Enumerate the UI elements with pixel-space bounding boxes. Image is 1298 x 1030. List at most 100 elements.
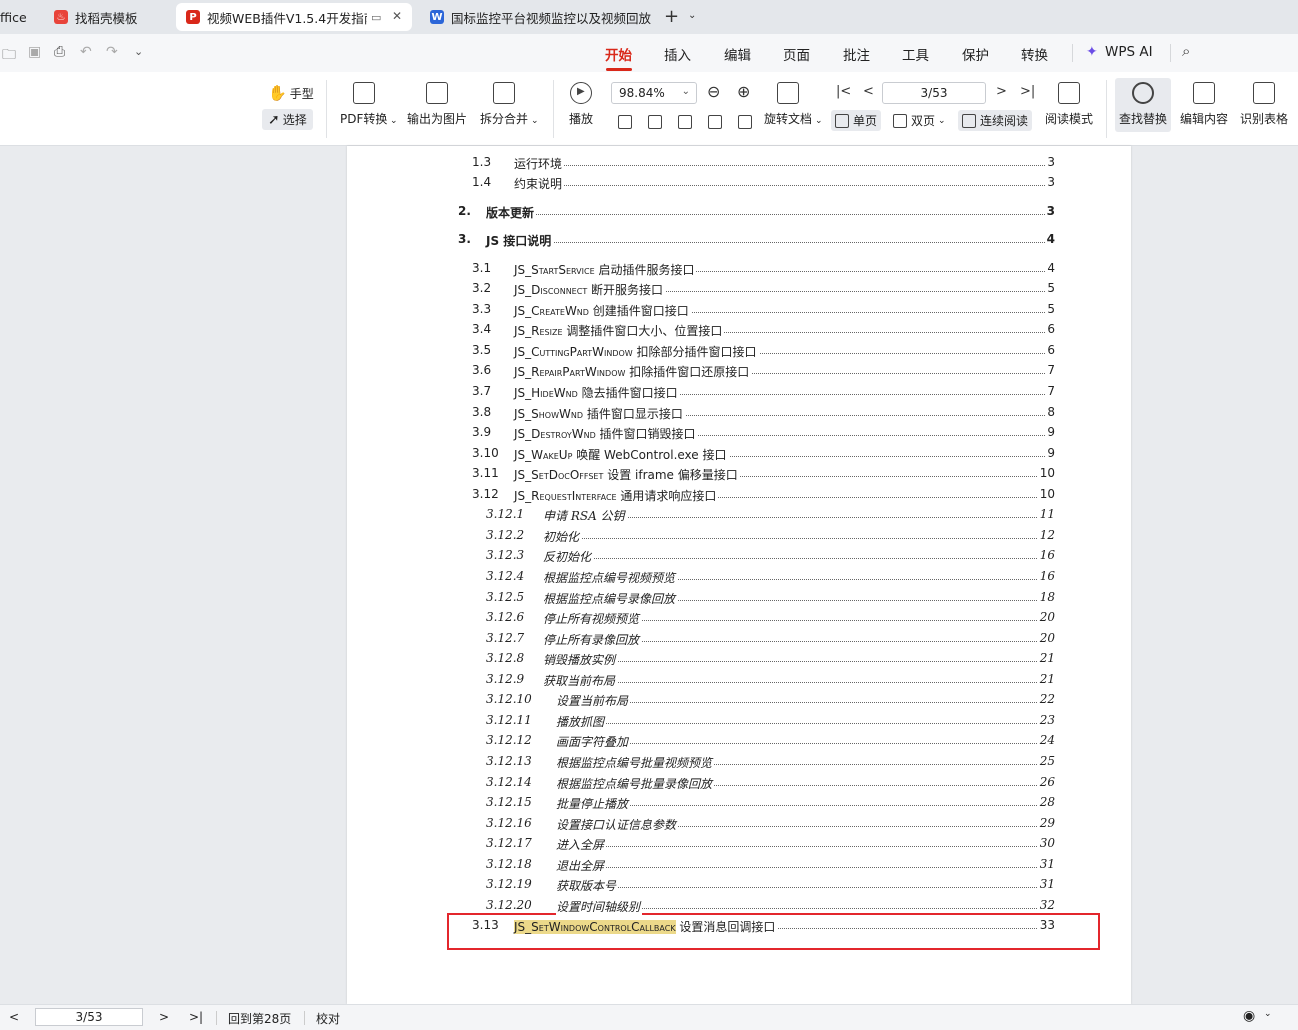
toc-entry[interactable]: 3.12.18 退出全屏 31 xyxy=(347,857,1131,875)
single-page-button[interactable]: 单页 xyxy=(831,110,882,131)
toc-entry[interactable]: 3.3 JS_CreateWnd 创建插件窗口接口 5 xyxy=(347,302,1131,320)
toc-entry[interactable]: 3.8 JS_ShowWnd 插件窗口显示接口 8 xyxy=(347,405,1131,423)
close-tab-icon[interactable]: ✕ xyxy=(392,9,402,23)
view-chevron-icon[interactable]: ⌄ xyxy=(1264,1009,1272,1019)
continuous-read-button[interactable]: 连续阅读 xyxy=(958,110,1033,131)
toc-entry[interactable]: 3.12.5 根据监控点编号录像回放 18 xyxy=(347,590,1131,608)
toc-entry[interactable]: 2. 版本更新 3 xyxy=(347,204,1131,222)
fit-page-icon[interactable] xyxy=(648,115,662,129)
fit-width-icon[interactable] xyxy=(678,115,692,129)
select-tool-button[interactable]: ➚ 选择 xyxy=(262,109,313,130)
toc-entry[interactable]: 3.12.17 进入全屏 30 xyxy=(347,836,1131,854)
monitor-icon: ▭ xyxy=(371,10,382,24)
toc-entry[interactable]: 3.12.4 根据监控点编号视频预览 16 xyxy=(347,569,1131,587)
document-page[interactable]: 1.3 运行环境 3 1.4 约束说明 3 2. 版本更新 3 3. JS 接口说明 4 3.1 JS_S… xyxy=(347,146,1131,1004)
pdf-convert-button[interactable]: PDF转换 xyxy=(340,82,387,127)
status-last-icon[interactable]: >| xyxy=(189,1010,203,1024)
tab-office[interactable]: ffice xyxy=(0,3,36,31)
eye-icon[interactable]: ◉ xyxy=(1243,1008,1255,1024)
toc-entry[interactable]: 1.4 约束说明 3 xyxy=(347,175,1131,193)
double-page-button[interactable]: 双页 ⌄ xyxy=(893,112,946,129)
rotate-chevron-icon[interactable]: ⌄ xyxy=(815,116,823,126)
toc-entry[interactable]: 3.5 JS_CuttingPartWindow 扣除部分插件窗口接口 6 xyxy=(347,343,1131,361)
recognize-table-button[interactable]: 识别表格 xyxy=(1240,82,1288,127)
toc-entry[interactable]: 3.7 JS_HideWnd 隐去插件窗口接口 7 xyxy=(347,384,1131,402)
back-to-page-link[interactable]: 回到第28页 xyxy=(228,1010,291,1027)
toc-entry[interactable]: 3.6 JS_RepairPartWindow 扣除插件窗口还原接口 7 xyxy=(347,363,1131,381)
toc-entry-title: 销毁播放实例 xyxy=(543,651,618,668)
menu-protect[interactable]: 保护 xyxy=(962,44,989,64)
actual-size-icon[interactable] xyxy=(618,115,632,129)
toc-entry[interactable]: 3.9 JS_DestroyWnd 插件窗口销毁接口 9 xyxy=(347,425,1131,443)
tab-list-chevron-icon[interactable]: ⌄ xyxy=(688,10,696,21)
redo-icon[interactable]: ↷ xyxy=(106,44,118,60)
menu-tools[interactable]: 工具 xyxy=(902,44,929,64)
menu-annotate[interactable]: 批注 xyxy=(843,44,870,64)
toc-entry[interactable]: 3.12.10 设置当前布局 22 xyxy=(347,692,1131,710)
status-page-input[interactable]: 3/53 xyxy=(35,1008,143,1026)
zoom-select[interactable]: 98.84% ⌄ xyxy=(611,82,697,104)
toc-entry[interactable]: 3.10 JS_WakeUp 唤醒 WebControl.exe 接口 9 xyxy=(347,446,1131,464)
new-tab-icon[interactable]: + xyxy=(664,6,679,27)
toc-entry[interactable]: 3.12.15 批量停止播放 28 xyxy=(347,795,1131,813)
undo-icon[interactable]: ↶ xyxy=(80,44,92,60)
page-number-input[interactable]: 3/53 xyxy=(882,82,986,104)
play-button[interactable]: ▶ 播放 xyxy=(569,82,593,127)
menu-edit[interactable]: 编辑 xyxy=(724,44,751,64)
toc-entry[interactable]: 3. JS 接口说明 4 xyxy=(347,232,1131,250)
toc-entry[interactable]: 3.12.9 获取当前布局 21 xyxy=(347,672,1131,690)
toc-entry[interactable]: 3.12 JS_RequestInterface 通用请求响应接口 10 xyxy=(347,487,1131,505)
find-replace-button[interactable]: 查找替换 xyxy=(1115,78,1172,132)
toc-entry[interactable]: 3.11 JS_SetDocOffset 设置 iframe 偏移量接口 10 xyxy=(347,466,1131,484)
toc-entry[interactable]: 3.12.12 画面字符叠加 24 xyxy=(347,733,1131,751)
toc-entry[interactable]: 3.2 JS_Disconnect 断开服务接口 5 xyxy=(347,281,1131,299)
export-image-button[interactable]: 输出为图片 xyxy=(407,82,467,127)
tab-active-document[interactable]: P 视频WEB插件V1.5.4开发指南 ▭ ✕ xyxy=(176,3,412,31)
search-icon[interactable]: ⌕ xyxy=(1182,42,1190,60)
rotate-left-icon[interactable] xyxy=(708,115,722,129)
split-merge-button[interactable]: 拆分合并 xyxy=(480,82,528,127)
toc-entry[interactable]: 3.12.13 根据监控点编号批量视频预览 25 xyxy=(347,754,1131,772)
toc-entry[interactable]: 3.12.14 根据监控点编号批量录像回放 26 xyxy=(347,775,1131,793)
rotate-right-icon[interactable] xyxy=(738,115,752,129)
toc-entry[interactable]: 3.4 JS_Resize 调整插件窗口大小、位置接口 6 xyxy=(347,322,1131,340)
menu-wps-ai[interactable]: WPS AI xyxy=(1105,44,1153,60)
print-icon[interactable]: ⎙ xyxy=(54,44,65,60)
status-next-icon[interactable]: > xyxy=(159,1010,169,1024)
toc-entry[interactable]: 3.12.8 销毁播放实例 21 xyxy=(347,651,1131,669)
toc-entry[interactable]: 3.12.3 反初始化 16 xyxy=(347,548,1131,566)
first-page-icon[interactable]: |< xyxy=(836,84,851,99)
next-page-icon[interactable]: > xyxy=(996,84,1007,99)
toc-entry[interactable]: 1.3 运行环境 3 xyxy=(347,155,1131,173)
zoom-out-icon[interactable]: ⊖ xyxy=(707,82,720,101)
reading-mode-button[interactable]: 阅读模式 xyxy=(1045,82,1093,127)
save-icon[interactable]: ▣ xyxy=(28,44,41,60)
toc-entry[interactable]: 3.12.16 设置接口认证信息参数 29 xyxy=(347,816,1131,834)
edit-content-button[interactable]: 编辑内容 xyxy=(1180,82,1228,127)
hand-tool-button[interactable]: ✋ 手型 xyxy=(268,84,314,102)
pdf-convert-chevron-icon[interactable]: ⌄ xyxy=(390,116,398,126)
zoom-chevron-icon: ⌄ xyxy=(681,86,690,97)
toc-entry[interactable]: 3.12.1 申请 RSA 公钥 11 xyxy=(347,507,1131,525)
open-folder-icon[interactable]: 🗀 xyxy=(2,44,16,68)
last-page-icon[interactable]: >| xyxy=(1020,84,1035,99)
split-merge-chevron-icon[interactable]: ⌄ xyxy=(531,116,539,126)
tab-template[interactable]: ♨ 找稻壳模板 xyxy=(44,3,168,31)
toc-entry[interactable]: 3.1 JS_StartService 启动插件服务接口 4 xyxy=(347,261,1131,279)
toc-entry[interactable]: 3.12.6 停止所有视频预览 20 xyxy=(347,610,1131,628)
rotate-document-button[interactable]: 旋转文档 xyxy=(764,82,812,127)
tab-word-document[interactable]: W 国标监控平台视频监控以及视频回放 xyxy=(420,3,658,31)
toc-entry[interactable]: 3.12.7 停止所有录像回放 20 xyxy=(347,631,1131,649)
menu-home[interactable]: 开始 xyxy=(605,44,632,64)
menu-convert[interactable]: 转换 xyxy=(1021,44,1048,64)
toc-entry[interactable]: 3.12.11 播放抓图 23 xyxy=(347,713,1131,731)
quick-access-chevron-icon[interactable]: ⌄ xyxy=(134,45,143,58)
toc-entry[interactable]: 3.12.2 初始化 12 xyxy=(347,528,1131,546)
zoom-in-icon[interactable]: ⊕ xyxy=(737,82,750,101)
toc-entry[interactable]: 3.12.19 获取版本号 31 xyxy=(347,877,1131,895)
menu-insert[interactable]: 插入 xyxy=(664,44,691,64)
proofread-button[interactable]: 校对 xyxy=(316,1010,340,1027)
prev-page-icon[interactable]: < xyxy=(863,84,874,99)
status-prev-icon[interactable]: < xyxy=(9,1010,19,1024)
menu-page[interactable]: 页面 xyxy=(783,44,810,64)
